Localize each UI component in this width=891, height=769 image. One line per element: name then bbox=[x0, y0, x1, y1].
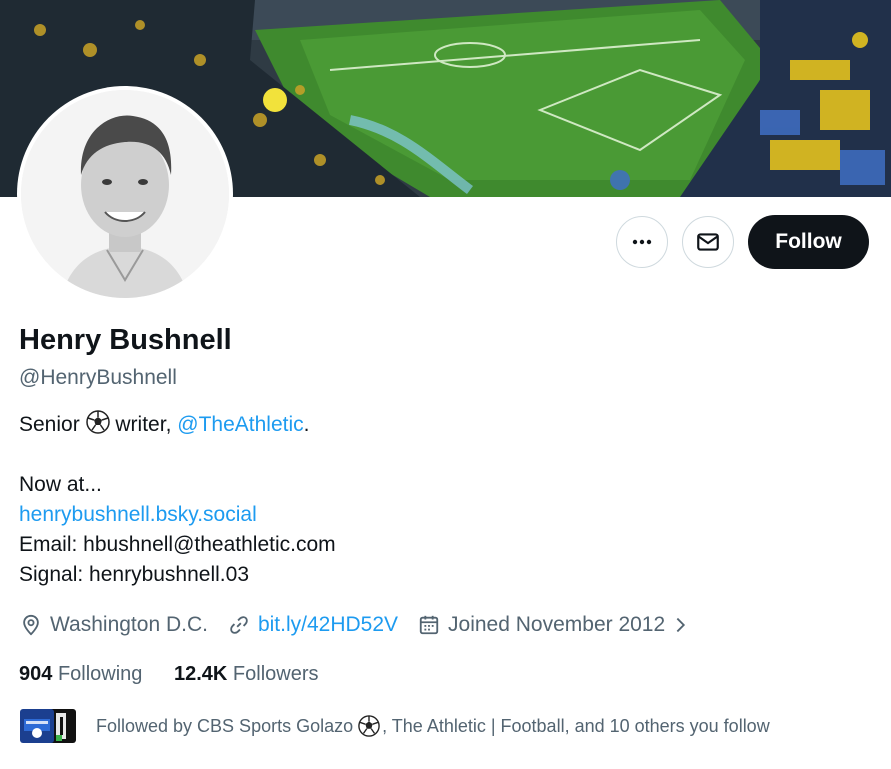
avatar[interactable] bbox=[21, 90, 229, 298]
soccer-ball-icon bbox=[85, 410, 110, 434]
calendar-icon bbox=[419, 615, 439, 635]
bio-email: Email: hbushnell@theathletic.com bbox=[19, 533, 336, 556]
chevron-right-icon[interactable] bbox=[671, 614, 691, 636]
bio-signal: Signal: henrybushnell.03 bbox=[19, 563, 249, 586]
profile-website[interactable]: bit.ly/42HD52V bbox=[228, 613, 398, 637]
link-icon bbox=[230, 616, 248, 634]
followed-by-prefix: Followed by CBS Sports Golazo bbox=[96, 715, 354, 736]
followed-by-suffix: , The Athletic | Football, and 10 others… bbox=[382, 715, 770, 736]
profile-name: Henry Bushnell bbox=[19, 324, 232, 356]
mail-icon bbox=[697, 233, 719, 251]
mention-link[interactable]: @TheAthletic bbox=[177, 413, 303, 436]
message-button[interactable] bbox=[682, 216, 734, 268]
bio-site-link[interactable]: henrybushnell.bsky.social bbox=[19, 500, 336, 530]
joined-text: Joined November 2012 bbox=[448, 613, 666, 636]
followers-label: Followers bbox=[232, 663, 319, 685]
website-link[interactable]: bit.ly/42HD52V bbox=[258, 613, 398, 637]
follow-button[interactable]: Follow bbox=[748, 215, 869, 269]
soccer-ball-icon bbox=[358, 715, 380, 737]
bio-text: . bbox=[303, 413, 310, 436]
location-text: Washington D.C. bbox=[50, 613, 208, 636]
profile-handle: @HenryBushnell bbox=[19, 366, 177, 389]
follower-avatar-golazo bbox=[20, 709, 54, 743]
following-label: Following bbox=[57, 663, 143, 685]
following-link[interactable]: 904 Following bbox=[19, 663, 142, 685]
follow-counts: 904 Following 12.4K Followers bbox=[19, 663, 345, 686]
location-icon bbox=[23, 614, 39, 636]
avatar-border bbox=[17, 86, 233, 302]
bio-now-at: Now at... bbox=[19, 473, 102, 496]
followers-count: 12.4K bbox=[173, 663, 228, 685]
profile-joined[interactable]: Joined November 2012 bbox=[418, 613, 691, 637]
more-button[interactable] bbox=[616, 216, 668, 268]
bio-text: writer, bbox=[115, 413, 172, 436]
profile-meta: Washington D.C. bit.ly/42HD52V Joined No… bbox=[20, 610, 711, 640]
followed-by[interactable]: Followed by CBS Sports Golazo , The Athl… bbox=[20, 709, 770, 743]
profile-bio: Senior writer, @TheAthletic. Now at... h… bbox=[19, 410, 336, 590]
bio-text: Senior bbox=[19, 413, 80, 436]
profile-location: Washington D.C. bbox=[20, 613, 208, 637]
following-count: 904 bbox=[19, 663, 53, 685]
more-icon bbox=[632, 239, 652, 245]
bio-blank-line bbox=[19, 440, 336, 470]
followers-link[interactable]: 12.4K Followers bbox=[174, 663, 319, 685]
bio-line-1: Senior writer, @TheAthletic. bbox=[19, 410, 336, 440]
